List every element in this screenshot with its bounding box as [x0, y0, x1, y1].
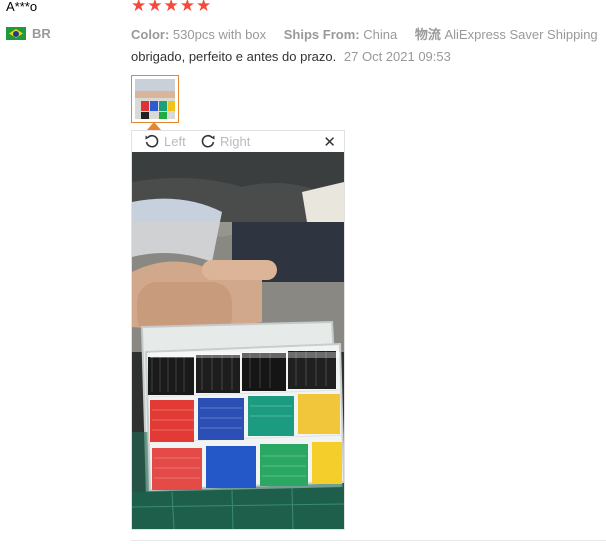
ships-from-info: Ships From: China — [284, 27, 397, 42]
star-icon: ★ — [131, 0, 147, 16]
color-info: Color: 530pcs with box — [131, 27, 266, 42]
review-date: 27 Oct 2021 09:53 — [343, 49, 451, 64]
review-photo — [132, 152, 344, 529]
review-text: obrigado, perfeito e antes do prazo. — [131, 49, 337, 64]
shipping-label: 物流 — [414, 27, 441, 42]
shipping-info: 物流 AliExpress Saver Shipping — [415, 27, 598, 42]
thumbnail-image — [135, 79, 175, 119]
ships-from-label: Ships From: — [283, 27, 360, 42]
rotate-right-icon — [200, 133, 216, 149]
review-body: obrigado, perfeito e antes do prazo. 27 … — [131, 49, 451, 64]
review-meta: Color: 530pcs with box Ships From: China… — [131, 24, 606, 43]
image-viewer: Left Right ✕ — [131, 130, 345, 530]
rotate-right-label: Right — [220, 133, 251, 149]
rotate-right-button[interactable]: Right — [200, 133, 250, 149]
star-icon: ★ — [163, 0, 179, 16]
reviewer-name: A***o — [6, 0, 38, 14]
brazil-flag-icon — [6, 27, 26, 40]
color-value: 530pcs with box — [172, 27, 267, 42]
star-icon: ★ — [179, 0, 195, 16]
rotate-left-button[interactable]: Left — [144, 133, 186, 149]
thumbnail-pointer — [147, 122, 161, 130]
ships-from-value: China — [363, 27, 398, 42]
star-icon: ★ — [196, 0, 212, 16]
country-code: BR — [32, 26, 51, 41]
divider — [131, 540, 606, 541]
color-label: Color: — [131, 27, 170, 42]
reviewer-country: BR — [6, 26, 51, 41]
star-rating: ★ ★ ★ ★ ★ — [131, 0, 211, 15]
review-photo-thumbnail[interactable] — [131, 75, 179, 123]
rotate-left-label: Left — [164, 133, 186, 149]
star-icon: ★ — [147, 0, 163, 16]
rotate-left-icon — [144, 133, 160, 149]
viewer-toolbar: Left Right ✕ — [132, 131, 344, 152]
shipping-value: AliExpress Saver Shipping — [444, 27, 598, 42]
close-icon[interactable]: ✕ — [323, 133, 336, 151]
